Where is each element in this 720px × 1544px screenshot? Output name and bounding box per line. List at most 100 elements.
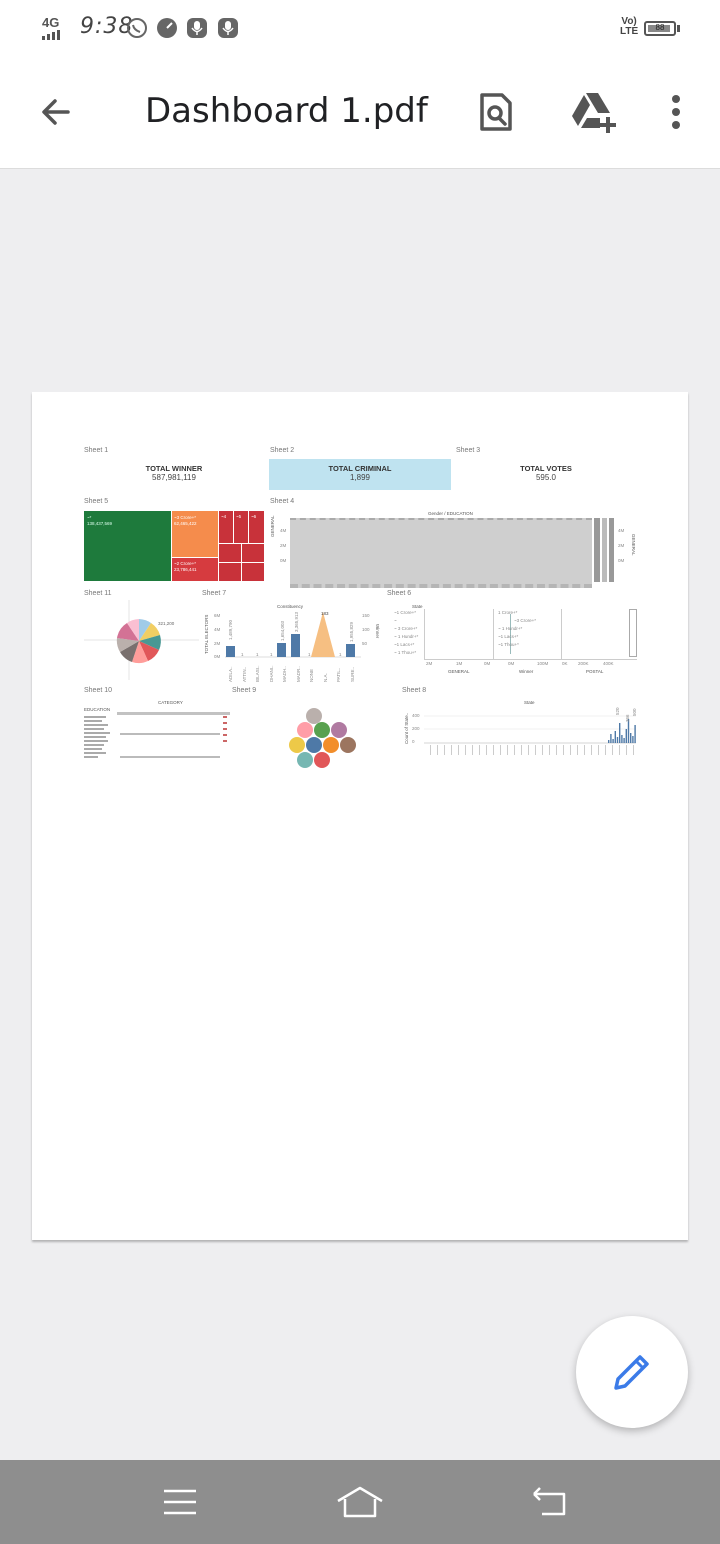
more-options-button[interactable] — [656, 86, 696, 138]
tick-mark — [563, 745, 564, 755]
tick-mark — [605, 745, 606, 755]
bubble — [314, 752, 330, 768]
tick-mark — [430, 745, 431, 755]
sheet-label: Sheet 5 — [84, 498, 109, 505]
axis-label: TOTAL ELECTORS — [204, 614, 209, 654]
category-label: PATIL.. — [336, 667, 341, 682]
data-label: 183 — [321, 611, 329, 616]
tick-label: 4M — [280, 528, 287, 533]
edit-fab-button[interactable] — [576, 1316, 688, 1428]
tick-mark — [584, 745, 585, 755]
data-label: 3,365,913 — [294, 611, 299, 632]
tick-mark — [542, 745, 543, 755]
panel-grid — [424, 609, 637, 660]
more-vert-icon — [672, 95, 680, 129]
sheet-label: Sheet 1 — [84, 447, 109, 454]
search-in-document-button[interactable] — [470, 86, 522, 138]
bar — [346, 644, 355, 657]
tick-mark — [444, 745, 445, 755]
treemap-block: ~4 — [219, 511, 233, 543]
row-label: ~1 Lacs+* — [498, 634, 519, 639]
category-label: ATTIN.. — [241, 666, 247, 682]
tick-mark — [556, 745, 557, 755]
data-label: 1,654,003 — [280, 620, 285, 641]
treemap-block: ~5 — [234, 511, 248, 543]
arrow-back-icon — [42, 99, 70, 125]
row-label: ~1 Lacs+* — [394, 642, 415, 647]
tick-label: 400 — [412, 713, 420, 718]
column-bar — [612, 739, 614, 743]
sheet-label: Sheet 11 — [84, 590, 112, 597]
back-return-icon — [533, 1487, 566, 1516]
pencil-edit-icon — [614, 1355, 649, 1390]
bar — [609, 518, 614, 582]
battery-tip — [677, 25, 680, 32]
tick-label: 0M — [484, 661, 491, 666]
kpi-total-winner: TOTAL WINNER 587,981,119 — [145, 464, 203, 482]
treemap-block — [219, 563, 241, 581]
category-label: MADH.. — [282, 666, 287, 682]
tick-mark — [619, 745, 620, 755]
data-label: 366 — [625, 714, 630, 722]
bubble — [297, 722, 313, 738]
pdf-page[interactable]: Sheet 1 TOTAL WINNER 587,981,119 Sheet 2… — [32, 392, 688, 1240]
bar — [277, 643, 286, 657]
navigation-bar — [0, 1460, 720, 1544]
tick-label: 100M — [537, 661, 549, 666]
tick-mark — [465, 745, 466, 755]
column-bar — [632, 736, 634, 743]
tick-label: 0K — [562, 661, 568, 666]
bubble — [289, 737, 305, 753]
tick-label: 0M — [508, 661, 515, 666]
home-button[interactable] — [330, 1476, 390, 1528]
whatsapp-icon — [127, 18, 147, 38]
category-label: NONE — [309, 668, 314, 682]
sheet-label: Sheet 2 — [270, 447, 295, 454]
back-nav-button[interactable] — [520, 1476, 580, 1528]
row-label: 1 Crore+* — [498, 610, 518, 615]
tick-mark — [507, 745, 508, 755]
document-search-icon — [480, 93, 512, 131]
column-bar — [625, 729, 627, 743]
tick-label: 200K — [578, 661, 589, 666]
category-label: SURE.. — [349, 666, 355, 682]
bubble — [340, 737, 356, 753]
chart-header: State — [524, 700, 535, 705]
tick-mark — [493, 745, 494, 755]
tick-mark — [633, 745, 634, 755]
axis-label: GENERAL — [631, 534, 636, 556]
tick-label: 2M — [280, 543, 287, 548]
tick-mark — [570, 745, 571, 755]
panel-label: Winner — [519, 669, 534, 674]
chart-header: Gender / EDUCATION — [428, 511, 473, 516]
tick-label: 150 — [362, 613, 370, 618]
data-label: 1 — [241, 652, 244, 657]
row-label: ~ 1 Hundr+* — [498, 626, 523, 631]
column-bar — [619, 723, 621, 743]
column-bar — [634, 725, 636, 743]
text-table — [84, 712, 230, 758]
data-label: 1 — [270, 652, 273, 657]
row-label: ~ — [394, 618, 397, 623]
menu-icon — [164, 1489, 196, 1515]
kpi-total-criminal: TOTAL CRIMINAL 1,899 — [269, 459, 451, 490]
data-label: 520 — [615, 707, 620, 715]
tick-label: 400K — [603, 661, 614, 666]
tick-mark — [535, 745, 536, 755]
tick-label: 0 — [412, 739, 415, 744]
bar — [226, 646, 235, 657]
mic-icon — [218, 18, 238, 38]
battery-icon: 88 — [644, 21, 676, 36]
add-to-drive-button[interactable] — [566, 86, 622, 138]
treemap-block — [219, 544, 241, 562]
tick-mark — [451, 745, 452, 755]
sheet-label: Sheet 9 — [232, 687, 257, 694]
tick-label: 200 — [412, 726, 420, 731]
document-title: Dashboard 1.pdf — [145, 91, 428, 131]
menu-button[interactable] — [150, 1476, 210, 1528]
category-label: MADR.. — [295, 666, 301, 682]
bar-area — [290, 518, 592, 588]
treemap-block: ~* 138,437,569 — [84, 511, 171, 581]
back-button[interactable] — [30, 86, 82, 138]
column-bar — [630, 733, 632, 743]
